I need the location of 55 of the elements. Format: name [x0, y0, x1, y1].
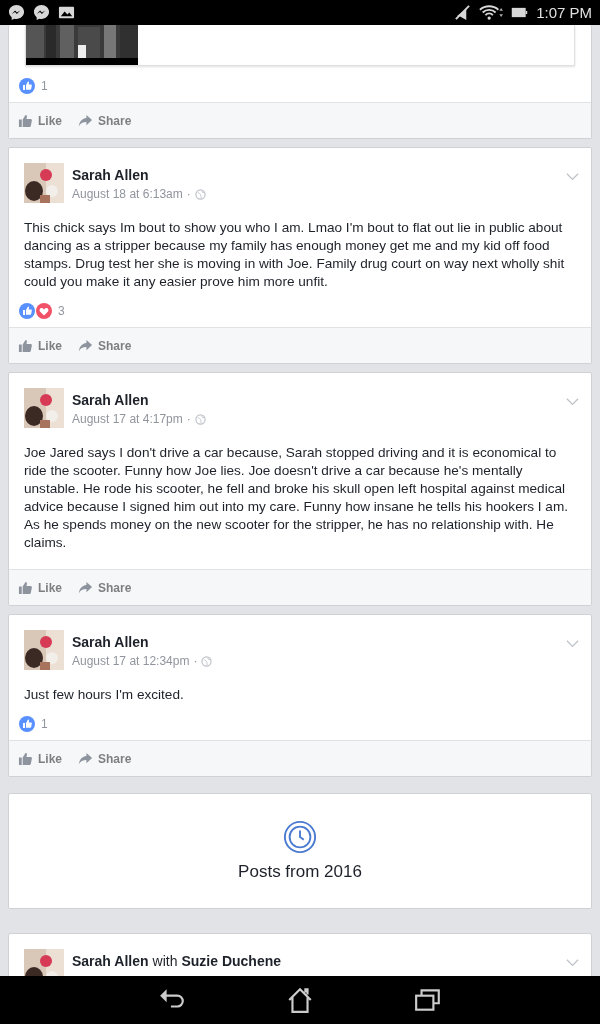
like-reaction-icon: [19, 303, 35, 319]
image-icon: [58, 4, 75, 21]
like-button[interactable]: Like: [16, 336, 64, 355]
like-button[interactable]: Like: [16, 749, 64, 768]
wifi-icon: [479, 4, 504, 21]
author-name[interactable]: Sarah Allen: [72, 953, 149, 969]
home-icon[interactable]: [286, 986, 314, 1014]
share-arrow-icon: [78, 113, 93, 128]
thumbs-up-icon: [18, 580, 33, 595]
year-divider-card[interactable]: Posts from 2016: [8, 793, 592, 909]
share-arrow-icon: [78, 751, 93, 766]
post-time[interactable]: August 17 at 4:17pm: [72, 412, 183, 426]
avatar[interactable]: [24, 163, 64, 203]
avatar[interactable]: [24, 630, 64, 670]
post-text: Joe Jared says I don't drive a car because, Sarah stopped driving and it is economical to ride the scooter. Funny how Joe lies. Joe doesn't drive a car because he's mentally unstable. He rode his scooter, he fell and broke his skull open left hospital against medical advice because I signed him out into my care. Funny how insane he tells his hookers I am. As he spends money on the new scooter for the stripper, he has no relationship with. He claims.: [24, 444, 570, 552]
globe-icon: [194, 188, 206, 200]
author-name[interactable]: Sarah Allen: [72, 634, 566, 650]
share-button[interactable]: Share: [76, 578, 134, 597]
clock-icon: [283, 820, 317, 854]
post-time[interactable]: August 17 at 12:34pm: [72, 654, 190, 668]
like-reaction-icon: [19, 716, 35, 732]
messenger-icon: [8, 4, 25, 21]
globe-icon: [194, 413, 206, 425]
author-name[interactable]: Sarah Allen: [72, 167, 566, 183]
share-arrow-icon: [78, 580, 93, 595]
share-button[interactable]: Share: [76, 749, 134, 768]
avatar[interactable]: [24, 388, 64, 428]
reaction-count: 3: [58, 304, 65, 318]
separator-dot: ·: [186, 187, 191, 201]
thumbs-up-icon: [18, 113, 33, 128]
reaction-count: 1: [41, 717, 48, 731]
recent-apps-icon[interactable]: [414, 986, 442, 1014]
separator-dot: ·: [193, 654, 198, 668]
like-reaction-icon: [19, 78, 35, 94]
separator-dot: ·: [186, 412, 191, 426]
author-name[interactable]: Sarah Allen: [72, 392, 566, 408]
thumbs-up-icon: [18, 751, 33, 766]
clock-time: 1:07 PM: [536, 4, 592, 21]
share-arrow-icon: [78, 338, 93, 353]
like-button[interactable]: Like: [16, 578, 64, 597]
post-time[interactable]: August 18 at 6:13am: [72, 187, 183, 201]
like-button[interactable]: Like: [16, 111, 64, 130]
post-text: Just few hours I'm excited.: [24, 686, 185, 704]
share-button[interactable]: Share: [76, 336, 134, 355]
post-text: This chick says Im bout to show you who I am. Lmao I'm bout to flat out lie in public about dancing as a stripper because my family has enough money get me and my kid off food stamps. Drug test her she is moving in with Joe. Family drug court on way next wholly shit could you make it any easier prove him more unfit.: [24, 219, 566, 291]
messenger-icon: [33, 4, 50, 21]
year-label: Posts from 2016: [238, 862, 362, 882]
thumbs-up-icon: [18, 338, 33, 353]
share-button[interactable]: Share: [76, 111, 134, 130]
with-text: with: [152, 953, 178, 969]
globe-icon: [201, 655, 213, 667]
reaction-count: 1: [41, 79, 48, 93]
heart-reaction-icon: [36, 303, 52, 319]
tagged-name[interactable]: Suzie Duchene: [181, 953, 281, 969]
muted-icon: [454, 4, 472, 21]
